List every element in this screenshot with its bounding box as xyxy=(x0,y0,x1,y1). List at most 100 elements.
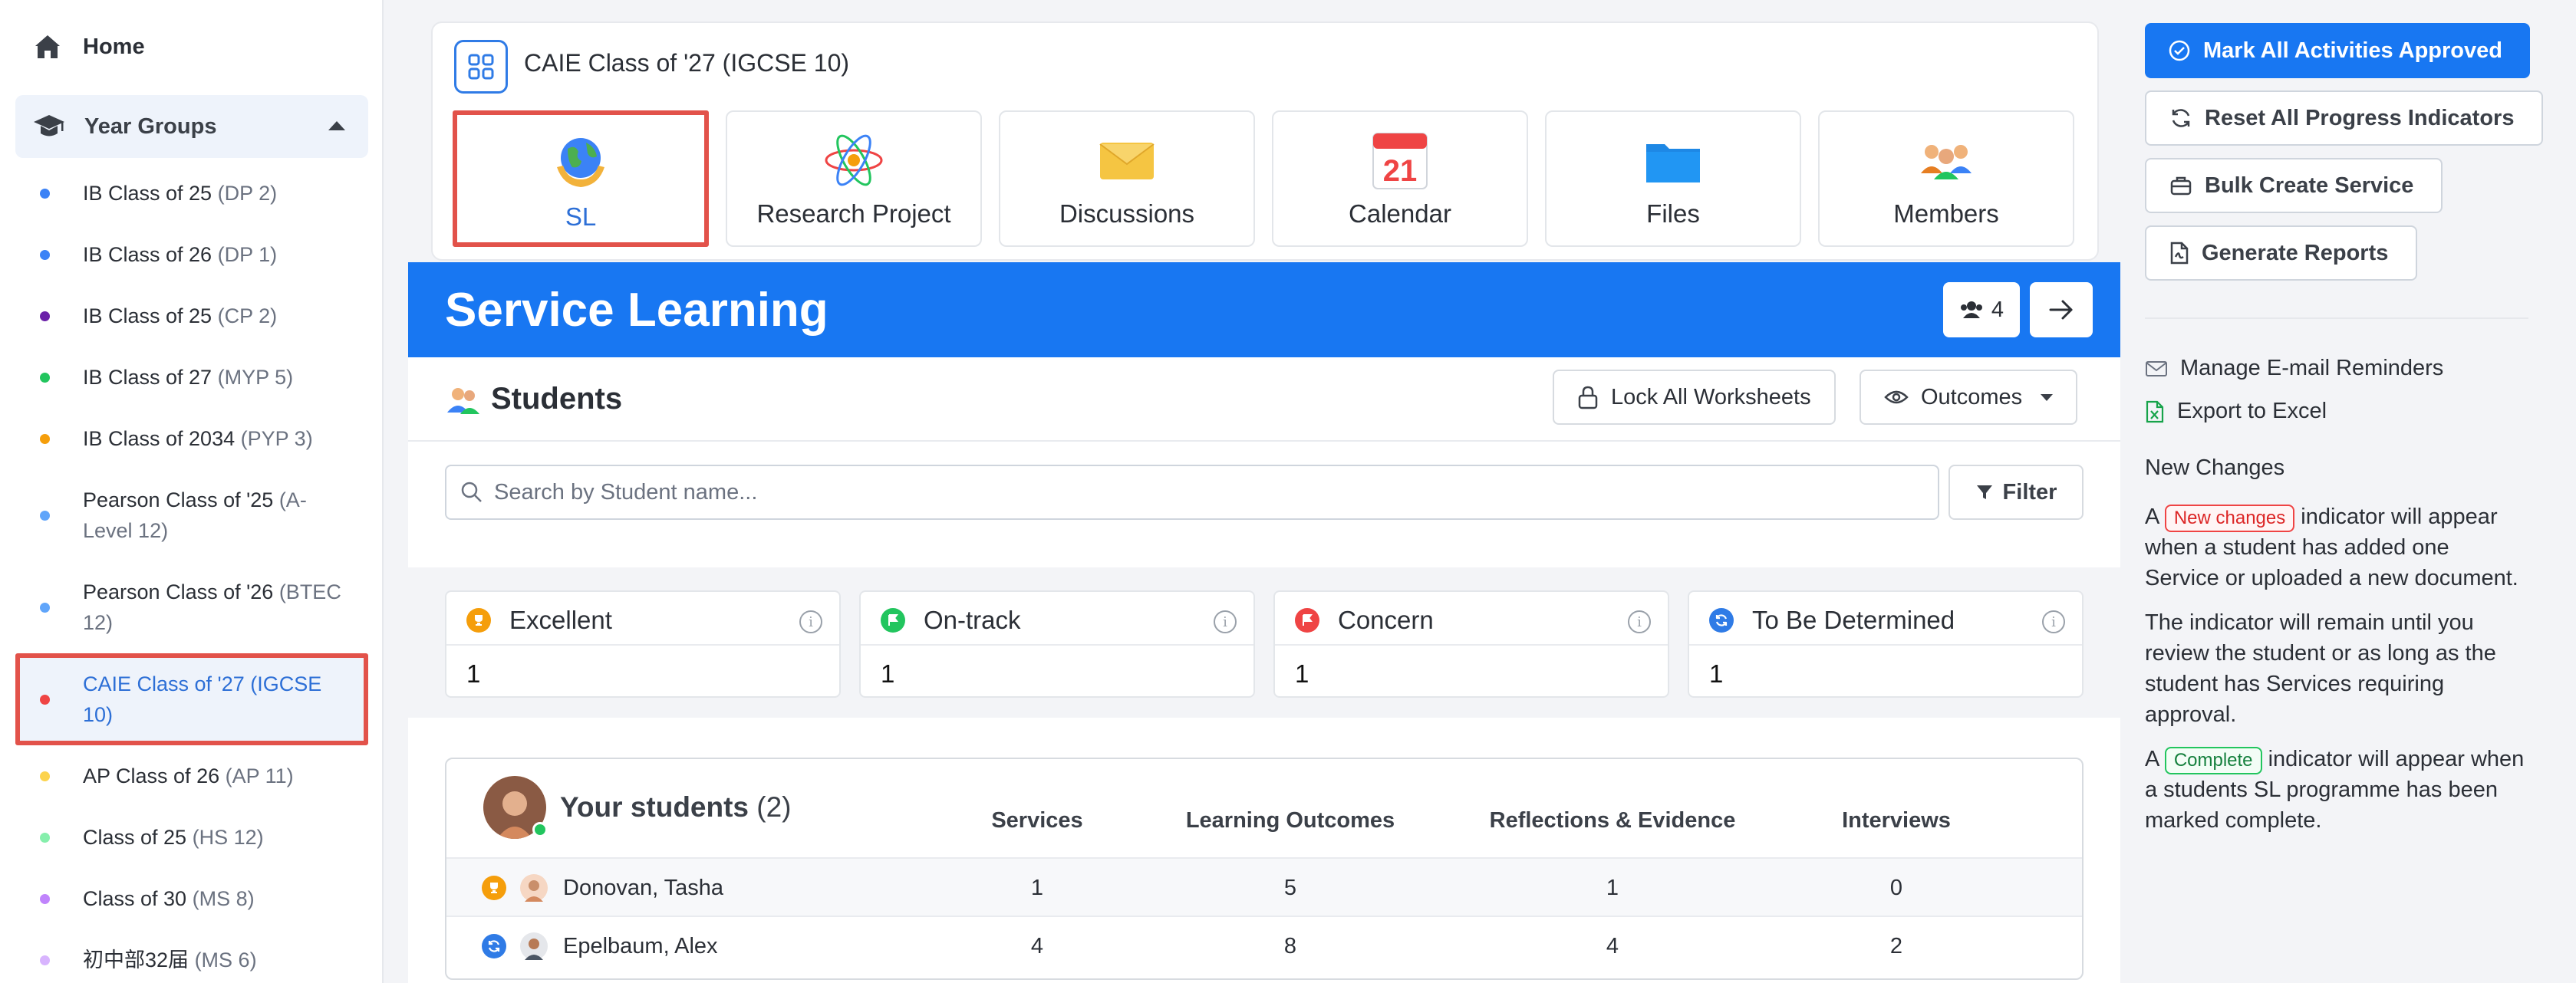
page-title: Service Learning xyxy=(445,283,828,337)
sidebar-item-home[interactable]: Home xyxy=(32,26,145,67)
excel-file-icon xyxy=(2145,400,2165,423)
export-to-excel-link[interactable]: Export to Excel xyxy=(2145,399,2327,424)
manage-email-reminders-link[interactable]: Manage E-mail Reminders xyxy=(2145,356,2443,381)
tile-label: Members xyxy=(1893,199,1999,228)
sidebar-item-group[interactable]: IB Class of 25 (CP 2) xyxy=(15,285,368,347)
home-icon xyxy=(32,31,63,62)
refresh-icon xyxy=(2169,107,2192,130)
sidebar-item-group[interactable]: Class of 30 (MS 8) xyxy=(15,868,368,929)
new-changes-paragraph: A New changes indicator will appear when… xyxy=(2145,505,2518,590)
filter-button[interactable]: Filter xyxy=(1948,465,2084,520)
calendar-icon: 21 xyxy=(1369,129,1431,192)
stat-card-excellent[interactable]: Excellent i 1 xyxy=(445,590,841,698)
stat-card-to-be-determined[interactable]: To Be Determined i 1 xyxy=(1688,590,2084,698)
student-name[interactable]: Donovan, Tasha xyxy=(563,876,723,901)
student-search-input[interactable]: Search by Student name... xyxy=(445,465,1939,520)
arrow-right-icon xyxy=(2048,298,2074,321)
sidebar-item-group[interactable]: AP Class of 26 (AP 11) xyxy=(15,745,368,807)
sidebar-item-group[interactable]: IB Class of 26 (DP 1) xyxy=(15,224,368,285)
your-students-title: Your students (2) xyxy=(560,791,792,823)
sidebar-item-group-active[interactable]: CAIE Class of '27 (IGCSE 10) xyxy=(15,653,368,745)
group-color-dot xyxy=(40,372,50,383)
members-count: 4 xyxy=(1991,297,2004,322)
status-summary-row: Excellent i 1 On-track i 1 Concern i 1 T… xyxy=(408,567,2120,718)
caret-up-icon[interactable] xyxy=(328,121,345,130)
briefcase-icon xyxy=(2169,174,2192,197)
sidebar-item-group[interactable]: IB Class of 25 (DP 2) xyxy=(15,163,368,224)
sidebar-item-group[interactable]: IB Class of 27 (MYP 5) xyxy=(15,347,368,408)
pdf-file-icon xyxy=(2169,242,2189,265)
reflections-count: 1 xyxy=(1606,876,1619,900)
search-icon xyxy=(460,481,483,504)
info-icon[interactable]: i xyxy=(2042,610,2065,633)
stat-value: 1 xyxy=(466,659,481,688)
info-icon[interactable]: i xyxy=(1214,610,1237,633)
stat-value: 1 xyxy=(1295,659,1309,688)
tile-calendar[interactable]: 21 Calendar xyxy=(1272,110,1528,247)
group-color-dot xyxy=(40,433,50,444)
group-color-dot xyxy=(40,602,50,613)
online-status-indicator xyxy=(532,822,548,837)
check-circle-icon xyxy=(2168,39,2191,62)
filter-icon xyxy=(1975,483,1994,501)
generate-reports-button[interactable]: Generate Reports xyxy=(2145,225,2418,281)
info-icon[interactable]: i xyxy=(799,610,822,633)
tile-label: SL xyxy=(565,202,597,231)
apps-grid-icon[interactable] xyxy=(454,40,508,94)
sidebar-section-year-groups[interactable]: Year Groups xyxy=(15,95,368,158)
folder-icon xyxy=(1642,129,1705,192)
reset-progress-button[interactable]: Reset All Progress Indicators xyxy=(2145,90,2544,146)
group-color-dot xyxy=(40,893,50,904)
stat-value: 1 xyxy=(881,659,895,688)
mail-icon xyxy=(2145,360,2168,378)
column-header: Reflections & Evidence xyxy=(1489,808,1736,833)
column-header: Services xyxy=(991,808,1083,833)
table-row[interactable]: Donovan, Tasha 1 5 1 0 xyxy=(446,857,2082,916)
flag-icon xyxy=(881,608,905,633)
group-color-dot xyxy=(40,771,50,781)
globe-hands-icon xyxy=(549,132,612,195)
forward-button[interactable] xyxy=(2030,282,2093,337)
tile-research-project[interactable]: Research Project xyxy=(726,110,982,247)
interviews-count: 0 xyxy=(1889,876,1903,900)
students-panel: Students Lock All Worksheets Outcomes Se… xyxy=(408,357,2120,983)
reflections-count: 4 xyxy=(1606,934,1619,958)
bulk-create-service-button[interactable]: Bulk Create Service xyxy=(2145,158,2443,213)
group-color-dot xyxy=(40,694,50,705)
sidebar-item-group[interactable]: Pearson Class of '26 (BTEC 12) xyxy=(15,561,368,653)
student-name[interactable]: Epelbaum, Alex xyxy=(563,934,718,959)
sidebar-item-label: Home xyxy=(83,34,145,59)
envelope-icon xyxy=(1095,129,1158,192)
members-count-button[interactable]: 4 xyxy=(1943,282,2020,337)
refresh-icon xyxy=(482,934,506,958)
students-heading: Students xyxy=(445,380,622,417)
your-students-table: Your students (2) Services Learning Outc… xyxy=(445,758,2084,980)
sidebar-item-group[interactable]: 初中部32届 (MS 6) xyxy=(15,929,368,983)
new-changes-title: New Changes xyxy=(2145,455,2285,480)
table-row[interactable]: Epelbaum, Alex 4 8 4 2 xyxy=(446,916,2082,974)
sidebar-item-group[interactable]: IB Class of 2034 (PYP 3) xyxy=(15,408,368,469)
new-changes-badge: New changes xyxy=(2164,505,2295,532)
services-count: 4 xyxy=(1030,934,1044,958)
group-color-dot xyxy=(40,311,50,321)
tile-members[interactable]: Members xyxy=(1818,110,2074,247)
tile-files[interactable]: Files xyxy=(1545,110,1801,247)
info-icon[interactable]: i xyxy=(1628,610,1651,633)
outcomes-dropdown[interactable]: Outcomes xyxy=(1860,370,2078,425)
sidebar-item-group[interactable]: Class of 25 (HS 12) xyxy=(15,807,368,868)
stat-card-on-track[interactable]: On-track i 1 xyxy=(859,590,1255,698)
stat-card-concern[interactable]: Concern i 1 xyxy=(1273,590,1669,698)
tile-sl[interactable]: SL xyxy=(453,110,709,247)
caret-down-icon xyxy=(2041,393,2054,401)
atom-icon xyxy=(822,129,885,192)
users-icon xyxy=(1959,300,1984,320)
tile-label: Discussions xyxy=(1059,199,1195,228)
graduation-cap-icon xyxy=(32,110,66,143)
avatar xyxy=(483,776,548,839)
sidebar-item-group[interactable]: Pearson Class of '25 (A-Level 12) xyxy=(15,469,368,561)
mark-all-approved-button[interactable]: Mark All Activities Approved xyxy=(2145,23,2530,78)
group-color-dot xyxy=(40,955,50,965)
divider xyxy=(2145,317,2528,319)
lock-all-worksheets-button[interactable]: Lock All Worksheets xyxy=(1553,370,1836,425)
tile-discussions[interactable]: Discussions xyxy=(999,110,1255,247)
